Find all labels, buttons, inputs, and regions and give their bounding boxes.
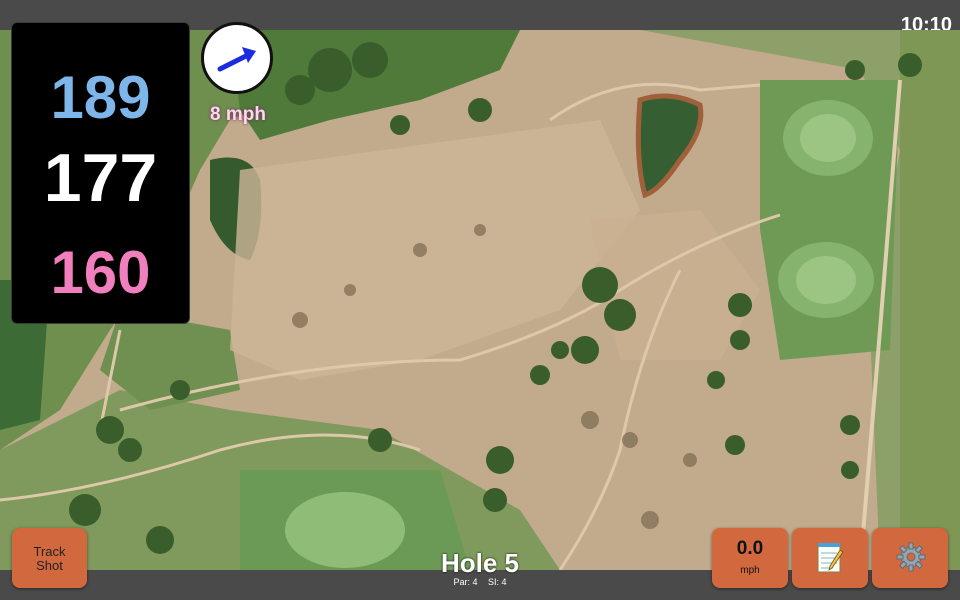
track-shot-button[interactable]: Track Shot (12, 528, 87, 588)
track-shot-label-line1: Track (33, 544, 66, 559)
track-shot-label-line2: Shot (36, 558, 63, 573)
notepad-icon (817, 543, 844, 573)
hole-info: Par: 4 SI: 4 (380, 577, 580, 587)
settings-button[interactable] (872, 528, 948, 588)
speed-unit: mph (740, 565, 760, 576)
speed-value: 0.0 (736, 538, 764, 559)
wind-direction-arrow-icon (217, 47, 256, 72)
notes-button[interactable] (792, 528, 868, 588)
wind-direction-dial (201, 22, 273, 94)
distance-center: 177 (43, 140, 158, 216)
distance-front: 160 (50, 239, 151, 306)
hole-stroke-index: SI: 4 (488, 577, 507, 587)
distance-panel: 189 177 160 (11, 22, 190, 324)
wind-speed: 8 mph (210, 104, 266, 125)
speed-button[interactable]: 0.0 mph (712, 528, 788, 588)
hole-par: Par: 4 (453, 577, 478, 587)
gear-icon (896, 542, 926, 572)
hole-title: Hole 5 (440, 548, 520, 578)
distance-back: 189 (50, 64, 151, 131)
